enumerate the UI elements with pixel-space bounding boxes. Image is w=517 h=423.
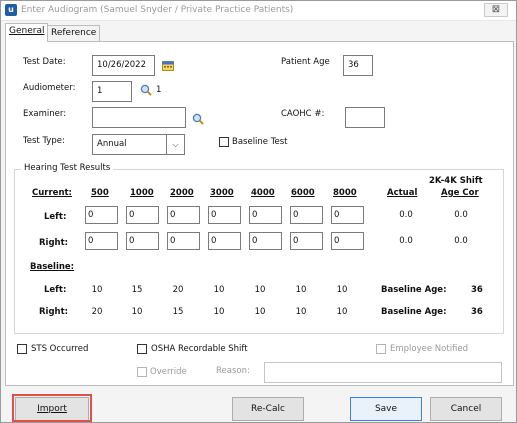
freq-header-4000: 4000 — [251, 188, 275, 198]
freq-header-6000: 6000 — [291, 188, 315, 198]
current-right-3000-input[interactable]: 0 — [208, 232, 241, 250]
save-button[interactable]: Save — [350, 397, 422, 421]
baseline-left-500: 10 — [91, 285, 103, 295]
current-right-label: Right: — [39, 238, 69, 248]
reason-label: Reason: — [216, 366, 250, 376]
osha-recordable-checkbox[interactable] — [137, 344, 147, 354]
baseline-age-right-label: Baseline Age: — [381, 307, 447, 317]
current-left-8000-input[interactable]: 0 — [331, 206, 364, 224]
current-left-2000-input[interactable]: 0 — [167, 206, 200, 224]
baseline-left-label: Left: — [44, 285, 67, 295]
current-right-1000-input[interactable]: 0 — [126, 232, 159, 250]
actual-header: Actual — [387, 188, 418, 198]
tab-reference-label: Reference — [51, 28, 97, 38]
age-cor-header: Age Cor — [441, 188, 479, 198]
freq-header-2000: 2000 — [170, 188, 194, 198]
shift-right-age-cor: 0.0 — [454, 236, 468, 246]
tab-reference[interactable]: Reference — [47, 25, 101, 41]
cancel-button-label: Cancel — [450, 404, 482, 414]
app-icon: u — [5, 4, 17, 16]
shift-left-actual: 0.0 — [399, 210, 413, 220]
audiometer-label: Audiometer: — [23, 83, 76, 93]
shift-header: 2K-4K Shift — [429, 176, 483, 186]
recalc-button-label: Re-Calc — [251, 404, 285, 414]
baseline-left-1000: 15 — [131, 285, 143, 295]
baseline-age-left-value: 36 — [471, 285, 483, 295]
current-right-4000-input[interactable]: 0 — [249, 232, 282, 250]
test-type-label: Test Type: — [23, 136, 65, 146]
patient-age-input[interactable]: 36 — [343, 55, 373, 76]
employee-notified-label: Employee Notified — [390, 344, 469, 354]
test-type-select[interactable]: Annual ⌵ — [92, 134, 185, 155]
current-right-2000-input[interactable]: 0 — [167, 232, 200, 250]
tab-general-label: General — [9, 26, 45, 36]
test-date-input[interactable]: 10/26/2022 — [92, 55, 155, 76]
osha-recordable-label: OSHA Recordable Shift — [151, 344, 248, 354]
baseline-left-2000: 20 — [172, 285, 184, 295]
close-button[interactable]: ⊠ — [484, 3, 508, 17]
caohc-label: CAOHC #: — [281, 109, 325, 119]
override-checkbox[interactable] — [137, 367, 147, 377]
current-right-8000-input[interactable]: 0 — [331, 232, 364, 250]
baseline-left-3000: 10 — [213, 285, 225, 295]
baseline-age-right-value: 36 — [471, 307, 483, 317]
shift-left-age-cor: 0.0 — [454, 210, 468, 220]
examiner-search-icon[interactable] — [192, 113, 204, 125]
reason-input[interactable] — [264, 362, 502, 383]
baseline-left-6000: 10 — [295, 285, 307, 295]
override-label: Override — [150, 367, 187, 377]
save-button-label: Save — [374, 404, 398, 414]
baseline-test-label: Baseline Test — [232, 137, 288, 147]
examiner-label: Examiner: — [23, 109, 67, 119]
current-left-500-input[interactable]: 0 — [85, 206, 118, 224]
current-left-1000-input[interactable]: 0 — [126, 206, 159, 224]
test-type-value: Annual — [97, 139, 127, 149]
baseline-right-label: Right: — [39, 307, 69, 317]
sts-occurred-label: STS Occurred — [31, 344, 89, 354]
baseline-right-6000: 10 — [295, 307, 307, 317]
title-bar: u Enter Audiogram (Samuel Snyder / Priva… — [1, 1, 516, 21]
baseline-right-8000: 10 — [336, 307, 348, 317]
audiometer-input[interactable]: 1 — [92, 81, 132, 102]
window-title: Enter Audiogram (Samuel Snyder / Private… — [21, 5, 294, 15]
current-label: Current: — [32, 188, 72, 198]
audiometer-lookup-result: 1 — [156, 85, 162, 95]
baseline-test-checkbox[interactable] — [219, 137, 229, 147]
search-icon[interactable] — [140, 84, 152, 96]
cancel-button[interactable]: Cancel — [430, 397, 502, 421]
baseline-right-3000: 10 — [213, 307, 225, 317]
current-right-500-input[interactable]: 0 — [85, 232, 118, 250]
current-right-6000-input[interactable]: 0 — [290, 232, 323, 250]
current-left-6000-input[interactable]: 0 — [290, 206, 323, 224]
caohc-input[interactable] — [345, 107, 385, 128]
freq-header-8000: 8000 — [333, 188, 357, 198]
baseline-right-500: 20 — [91, 307, 103, 317]
baseline-left-8000: 10 — [336, 285, 348, 295]
tab-general[interactable]: General — [5, 23, 49, 42]
hearing-results-title: Hearing Test Results — [21, 163, 114, 173]
freq-header-500: 500 — [91, 188, 109, 198]
import-highlight-box — [12, 394, 92, 422]
baseline-age-left-label: Baseline Age: — [381, 285, 447, 295]
recalc-button[interactable]: Re-Calc — [232, 397, 304, 421]
current-left-4000-input[interactable]: 0 — [249, 206, 282, 224]
freq-header-3000: 3000 — [210, 188, 234, 198]
freq-header-1000: 1000 — [130, 188, 154, 198]
current-left-3000-input[interactable]: 0 — [208, 206, 241, 224]
baseline-right-2000: 15 — [172, 307, 184, 317]
audiogram-window: u Enter Audiogram (Samuel Snyder / Priva… — [0, 0, 517, 423]
sts-occurred-checkbox[interactable] — [17, 344, 27, 354]
chevron-down-icon[interactable]: ⌵ — [166, 135, 184, 154]
baseline-label: Baseline: — [30, 262, 75, 272]
baseline-left-4000: 10 — [254, 285, 266, 295]
shift-right-actual: 0.0 — [399, 236, 413, 246]
current-left-label: Left: — [44, 212, 67, 222]
baseline-right-1000: 10 — [131, 307, 143, 317]
patient-age-label: Patient Age — [281, 57, 330, 67]
examiner-input[interactable] — [92, 107, 186, 128]
test-date-label: Test Date: — [23, 57, 66, 67]
baseline-right-4000: 10 — [254, 307, 266, 317]
calendar-icon[interactable] — [162, 60, 174, 71]
employee-notified-checkbox[interactable] — [376, 344, 386, 354]
